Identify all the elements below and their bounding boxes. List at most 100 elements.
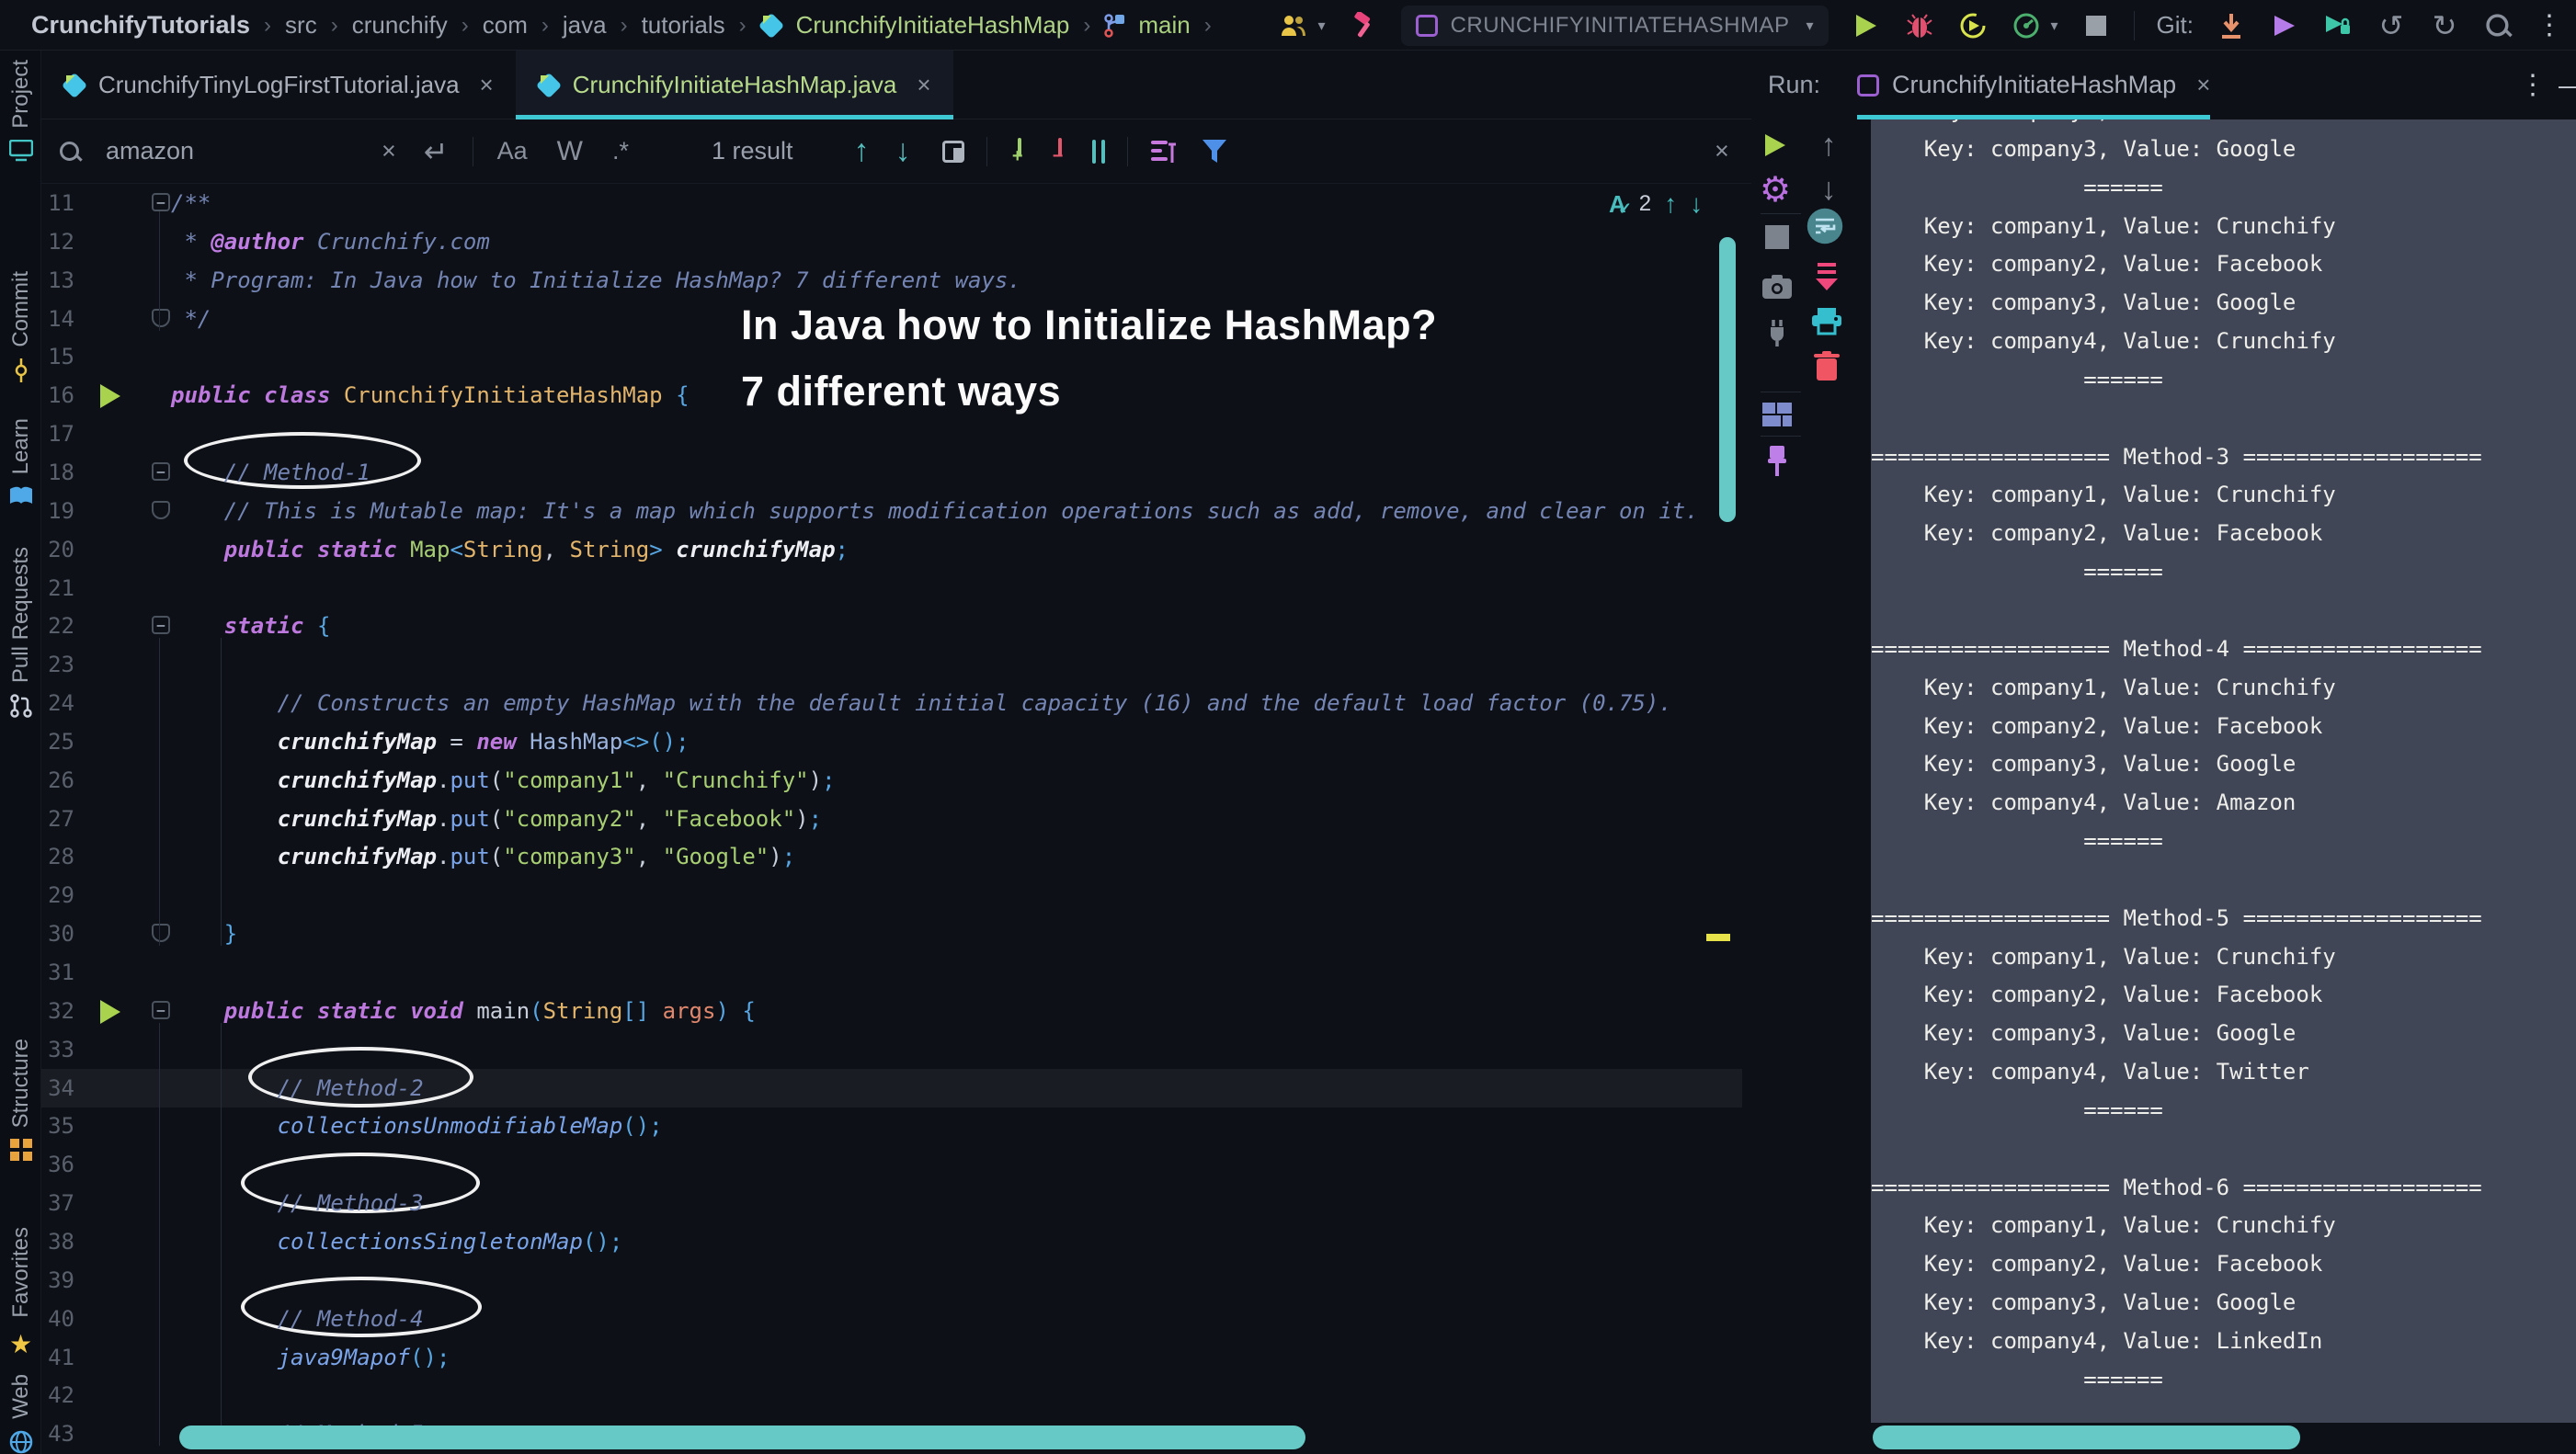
debug-button[interactable]	[1904, 10, 1935, 41]
stripe-item-project[interactable]: Project	[0, 60, 41, 162]
search-filter-funnel-icon[interactable]	[1202, 138, 1227, 165]
fold-marker[interactable]: −	[152, 462, 170, 481]
code-editor[interactable]: 11−/**12 * @author Crunchify.com13 * Pro…	[41, 184, 1742, 1454]
add-selection-icon[interactable]: +	[1009, 138, 1030, 165]
run-line-gutter-icon[interactable]	[100, 1000, 120, 1024]
code-line-20[interactable]: 20 public static Map<String, String> cru…	[41, 530, 1742, 569]
editor-horizontal-scrollbar[interactable]	[179, 1426, 1305, 1449]
code-line-30[interactable]: 30 }	[41, 914, 1742, 953]
select-all-occurrences-icon[interactable]	[1092, 140, 1105, 164]
stop-button[interactable]	[2080, 10, 2112, 41]
clear-console-trash-icon[interactable]	[1808, 347, 1845, 384]
run-console-output[interactable]: Key: company2, Value: Facebook Key: comp…	[1871, 119, 2576, 1423]
run-settings-gear-icon[interactable]: ⚙	[1757, 171, 1794, 208]
run-line-gutter-icon[interactable]	[100, 384, 120, 408]
code-line-12[interactable]: 12 * @author Crunchify.com	[41, 222, 1742, 261]
git-update-icon[interactable]	[2216, 10, 2247, 41]
code-line-40[interactable]: 40 // Method-4	[41, 1300, 1742, 1338]
code-line-32[interactable]: 32− public static void main(String[] arg…	[41, 992, 1742, 1030]
editor-tab-1[interactable]: CrunchifyTinyLogFirstTutorial.java×	[41, 51, 516, 119]
filter-options-icon[interactable]	[1150, 139, 1178, 165]
scroll-to-end-icon[interactable]	[1808, 259, 1845, 296]
breadcrumb-project-root[interactable]: CrunchifyTutorials	[31, 11, 250, 40]
code-line-19[interactable]: 19 // This is Mutable map: It's a map wh…	[41, 492, 1742, 530]
code-line-22[interactable]: 22− static {	[41, 607, 1742, 645]
code-line-42[interactable]: 42	[41, 1376, 1742, 1414]
code-line-29[interactable]: 29	[41, 876, 1742, 914]
breadcrumb-item[interactable]: crunchify	[352, 11, 448, 40]
close-run-tab-icon[interactable]: ×	[2196, 71, 2210, 99]
search-icon[interactable]	[58, 140, 82, 164]
close-find-bar-icon[interactable]: ×	[1715, 137, 1729, 165]
words-toggle[interactable]: W	[557, 136, 583, 167]
console-horizontal-scrollbar[interactable]	[1873, 1426, 2300, 1449]
more-options-kebab-icon[interactable]: ⋮	[2536, 9, 2563, 41]
stripe-item-pull-requests[interactable]: Pull Requests	[0, 547, 41, 718]
code-line-37[interactable]: 37 // Method-3	[41, 1184, 1742, 1222]
next-occurrence-icon[interactable]: ↓	[895, 133, 911, 169]
fold-marker[interactable]	[152, 501, 170, 519]
fold-marker[interactable]: −	[152, 1001, 170, 1019]
code-line-27[interactable]: 27 crunchifyMap.put("company2", "Faceboo…	[41, 800, 1742, 838]
code-line-23[interactable]: 23	[41, 645, 1742, 684]
inspections-widget[interactable]: A 2 ↑ ↓	[1609, 189, 1703, 219]
code-line-28[interactable]: 28 crunchifyMap.put("company3", "Google"…	[41, 837, 1742, 876]
run-configuration-select[interactable]: CRUNCHIFYINITIATEHASHMAP ▾	[1401, 6, 1829, 46]
editor-vertical-scrollbar[interactable]	[1719, 237, 1736, 522]
regex-toggle[interactable]: .*	[612, 137, 629, 165]
code-line-21[interactable]: 21	[41, 569, 1742, 608]
stripe-item-structure[interactable]: Structure	[0, 1039, 41, 1161]
fold-marker[interactable]: −	[152, 616, 170, 634]
new-line-icon[interactable]: ↵	[424, 134, 449, 169]
breadcrumb-item[interactable]: java	[563, 11, 607, 40]
breadcrumb-class-name[interactable]: CrunchifyInitiateHashMap	[796, 11, 1070, 40]
code-line-35[interactable]: 35 collectionsUnmodifiableMap();	[41, 1107, 1742, 1145]
code-line-38[interactable]: 38 collectionsSingletonMap();	[41, 1222, 1742, 1261]
open-in-find-window-icon[interactable]	[942, 141, 964, 163]
run-button[interactable]	[1851, 10, 1882, 41]
previous-occurrence-icon[interactable]: ↑	[854, 133, 870, 169]
disconnect-plug-icon[interactable]	[1759, 314, 1795, 351]
search-everywhere-icon[interactable]	[2482, 10, 2513, 41]
code-line-25[interactable]: 25 crunchifyMap = new HashMap<>();	[41, 722, 1742, 761]
code-line-34[interactable]: 34 // Method-2	[41, 1069, 1742, 1108]
stripe-item-commit[interactable]: Commit	[0, 271, 41, 382]
breadcrumb-item[interactable]: src	[285, 11, 317, 40]
profiler-button[interactable]	[2011, 10, 2042, 41]
search-input[interactable]: amazon	[106, 137, 372, 165]
fold-marker[interactable]	[152, 309, 170, 327]
pin-tab-icon[interactable]	[1759, 443, 1795, 480]
fold-marker[interactable]: −	[152, 193, 170, 211]
code-line-24[interactable]: 24 // Constructs an empty HashMap with t…	[41, 684, 1742, 722]
collaborate-users-icon[interactable]	[1278, 10, 1309, 41]
print-icon[interactable]	[1808, 303, 1845, 340]
code-line-18[interactable]: 18− // Method-1	[41, 453, 1742, 492]
update-project-icon[interactable]: ↻	[2429, 10, 2460, 41]
git-push-lock-icon[interactable]	[2322, 10, 2354, 41]
remove-selection-icon[interactable]: −	[1050, 138, 1070, 165]
editor-tab-2[interactable]: CrunchifyInitiateHashMap.java×	[516, 51, 953, 119]
run-options-kebab-icon[interactable]: ⋮	[2519, 69, 2547, 101]
stripe-item-learn[interactable]: Learn	[0, 418, 41, 507]
run-tab[interactable]: CrunchifyInitiateHashMap ×	[1857, 51, 2210, 119]
code-line-31[interactable]: 31	[41, 953, 1742, 992]
close-tab-icon[interactable]: ×	[917, 71, 930, 99]
soft-wrap-toggle[interactable]	[1807, 208, 1843, 244]
clear-search-icon[interactable]: ×	[382, 137, 396, 165]
close-tab-icon[interactable]: ×	[480, 71, 494, 99]
breadcrumb-item[interactable]: tutorials	[642, 11, 725, 40]
restore-layout-icon[interactable]	[1759, 397, 1795, 434]
code-line-26[interactable]: 26 crunchifyMap.put("company1", "Crunchi…	[41, 761, 1742, 800]
git-commit-push-icon[interactable]	[2269, 10, 2300, 41]
code-line-41[interactable]: 41 java9Mapof();	[41, 1338, 1742, 1377]
breadcrumb-item[interactable]: com	[483, 11, 528, 40]
stripe-item-web[interactable]: Web	[0, 1374, 41, 1454]
stripe-item-favorites[interactable]: Favorites★	[0, 1227, 41, 1359]
build-hammer-icon[interactable]	[1348, 10, 1379, 41]
breadcrumb-branch-main[interactable]: main	[1138, 11, 1190, 40]
breadcrumb[interactable]: CrunchifyTutorials›src›crunchify›com›jav…	[31, 0, 1212, 51]
hide-panel-icon[interactable]: —	[2559, 71, 2576, 100]
previous-problem-icon[interactable]: ↑	[1664, 189, 1677, 219]
run-with-coverage-button[interactable]	[1957, 10, 1989, 41]
rerun-button[interactable]	[1757, 127, 1794, 164]
